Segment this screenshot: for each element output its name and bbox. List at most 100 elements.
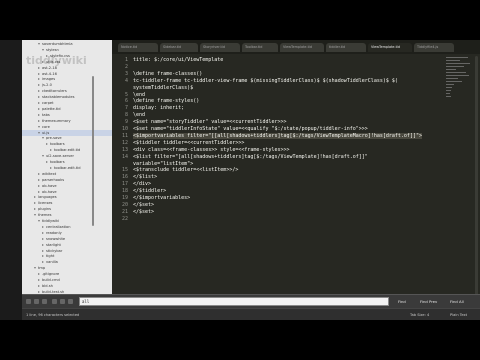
disclosure-closed-icon[interactable] [38,78,40,81]
disclosure-open-icon[interactable] [38,43,40,45]
line-number: 18 [121,188,128,195]
code-line[interactable]: display: inherit; [133,105,184,112]
disclosure-closed-icon[interactable] [38,66,40,69]
sidebar-scrollbar[interactable] [92,76,94,226]
disclosure-closed-icon[interactable] [46,143,48,146]
code-editor[interactable]: 1 2 3 4 5 6 7 8 9 10 11 12 13 14 15 16 17 18 19 20 21 22 titl… [112,54,480,320]
disclosure-closed-icon[interactable] [38,184,40,187]
disclosure-closed-icon[interactable] [42,60,44,63]
disclosure-closed-icon[interactable] [38,273,40,276]
code-line[interactable]: variable="listItem"> [133,161,193,168]
code-line[interactable]: </$importvariables> [133,195,190,202]
editor-tab[interactable]: ViewTemplate.tid [280,43,324,52]
disclosure-closed-icon[interactable] [38,172,40,175]
disclosure-closed-icon[interactable] [38,72,40,75]
disclosure-open-icon[interactable] [34,214,36,217]
disclosure-closed-icon[interactable] [46,54,48,57]
disclosure-open-icon[interactable] [42,48,44,51]
code-line[interactable]: </div> [133,181,151,188]
disclosure-closed-icon[interactable] [50,166,52,169]
line-number: 20 [121,201,128,208]
disclosure-open-icon[interactable] [38,131,40,134]
disclosure-closed-icon[interactable] [38,102,40,104]
disclosure-closed-icon[interactable] [38,113,40,116]
code-line[interactable]: <$set name="storyTiddler" value=<<curren… [133,119,287,126]
disclosure-closed-icon[interactable] [34,208,36,211]
code-line[interactable]: \define frame-classes() [133,71,202,78]
code-line[interactable]: systemTiddlerClass)$ [133,85,193,92]
line-number: 2 [124,63,128,70]
disclosure-closed-icon[interactable] [50,149,52,152]
disclosure-closed-icon[interactable] [38,284,40,287]
line-number: 21 [121,208,128,215]
disclosure-closed-icon[interactable] [42,261,44,264]
editor-tab[interactable]: Toolbar.tid [242,43,278,52]
line-number: 16 [121,174,128,181]
disclosure-closed-icon[interactable] [38,90,40,93]
editor-tab[interactable]: Storyriver.tid [200,43,240,52]
disclosure-closed-icon[interactable] [38,279,40,281]
code-line[interactable]: \define frame-styles() [133,98,199,105]
case-toggle[interactable] [34,299,39,304]
code-line[interactable]: </$list> [133,174,157,181]
disclosure-open-icon[interactable] [38,220,40,222]
disclosure-closed-icon[interactable] [38,178,40,181]
disclosure-open-icon[interactable] [42,137,44,140]
disclosure-closed-icon[interactable] [38,84,40,87]
disclosure-closed-icon[interactable] [46,161,48,163]
editor-tab[interactable]: Sidebar.tid [160,43,198,52]
disclosure-open-icon[interactable] [38,125,40,128]
code-line[interactable]: <$tiddler tiddler=<<currentTiddler>>> [133,140,244,147]
editor-tab[interactable]: Notice.tid [118,43,158,52]
regex-toggle[interactable] [26,299,31,304]
code-line[interactable]: </$tiddler> [133,188,166,195]
line-number: 7 [124,105,128,112]
sidebar[interactable]: tiddlywiki saverdumbhtmla stylesn stylefix… [22,40,112,320]
tab-size-indicator[interactable]: Tab Size: 4 [410,309,429,320]
whole-word-toggle[interactable] [42,299,47,304]
highlight-toggle[interactable] [68,299,73,304]
minimap[interactable] [446,57,470,105]
code-line[interactable]: <$set name="tiddlerInfoState" value=<<qu… [133,126,368,133]
code-line[interactable]: <div class=<<frame-classes>> style=<<fra… [133,147,290,154]
code-line[interactable]: <$transclude tiddler=<<listItem>>/> [133,167,238,174]
disclosure-closed-icon[interactable] [42,237,44,240]
find-input[interactable]: all [79,297,389,306]
code-line[interactable]: \end [133,112,145,119]
disclosure-closed-icon[interactable] [42,225,44,228]
find-button[interactable]: Find [398,297,406,306]
disclosure-closed-icon[interactable] [38,290,40,293]
code-line[interactable]: \end [133,92,145,99]
editor-tab[interactable]: ViewTemplate.tid [368,43,412,52]
in-selection-toggle[interactable] [60,299,65,304]
code-line[interactable]: title: $:/core/ui/ViewTemplate [133,57,223,64]
code-line[interactable]: <$importvariables filter="[[all[shadows+… [133,132,422,140]
disclosure-closed-icon[interactable] [42,255,44,258]
code-line[interactable]: </$set> [133,209,154,216]
editor-scrollbar[interactable] [475,56,478,296]
disclosure-closed-icon[interactable] [42,243,44,246]
disclosure-closed-icon[interactable] [34,202,36,205]
line-number-gutter: 1 2 3 4 5 6 7 8 9 10 11 12 13 14 15 16 17 18 19 20 21 22 [112,54,130,320]
wrap-toggle[interactable] [52,299,57,304]
editor-tab[interactable]: tiddler.tid [326,43,366,52]
disclosure-closed-icon[interactable] [38,119,40,122]
tab-bar: Notice.tid Sidebar.tid Storyriver.tid Toolb… [112,40,480,54]
disclosure-closed-icon[interactable] [42,231,44,234]
code-line[interactable]: tc-tiddler-frame tc-tiddler-view-frame $… [133,78,398,85]
disclosure-closed-icon[interactable] [38,190,40,193]
find-prev-button[interactable]: Find Prev [420,297,437,306]
editor-tab[interactable]: Tiddlyfile4.js [414,43,454,52]
disclosure-closed-icon[interactable] [38,96,40,99]
disclosure-closed-icon[interactable] [38,107,40,110]
code-line[interactable]: </$set> [133,202,154,209]
disclosure-open-icon[interactable] [34,267,36,270]
disclosure-closed-icon[interactable] [34,196,36,199]
line-number: 3 [124,70,128,77]
syntax-indicator[interactable]: Plain Text [450,309,467,320]
code-line[interactable]: <$list filter="[all[shadows+tiddlers]tag… [133,154,368,161]
line-number: 17 [121,181,128,188]
disclosure-closed-icon[interactable] [42,249,44,252]
find-all-button[interactable]: Find All [450,297,464,306]
disclosure-open-icon[interactable] [42,155,44,158]
